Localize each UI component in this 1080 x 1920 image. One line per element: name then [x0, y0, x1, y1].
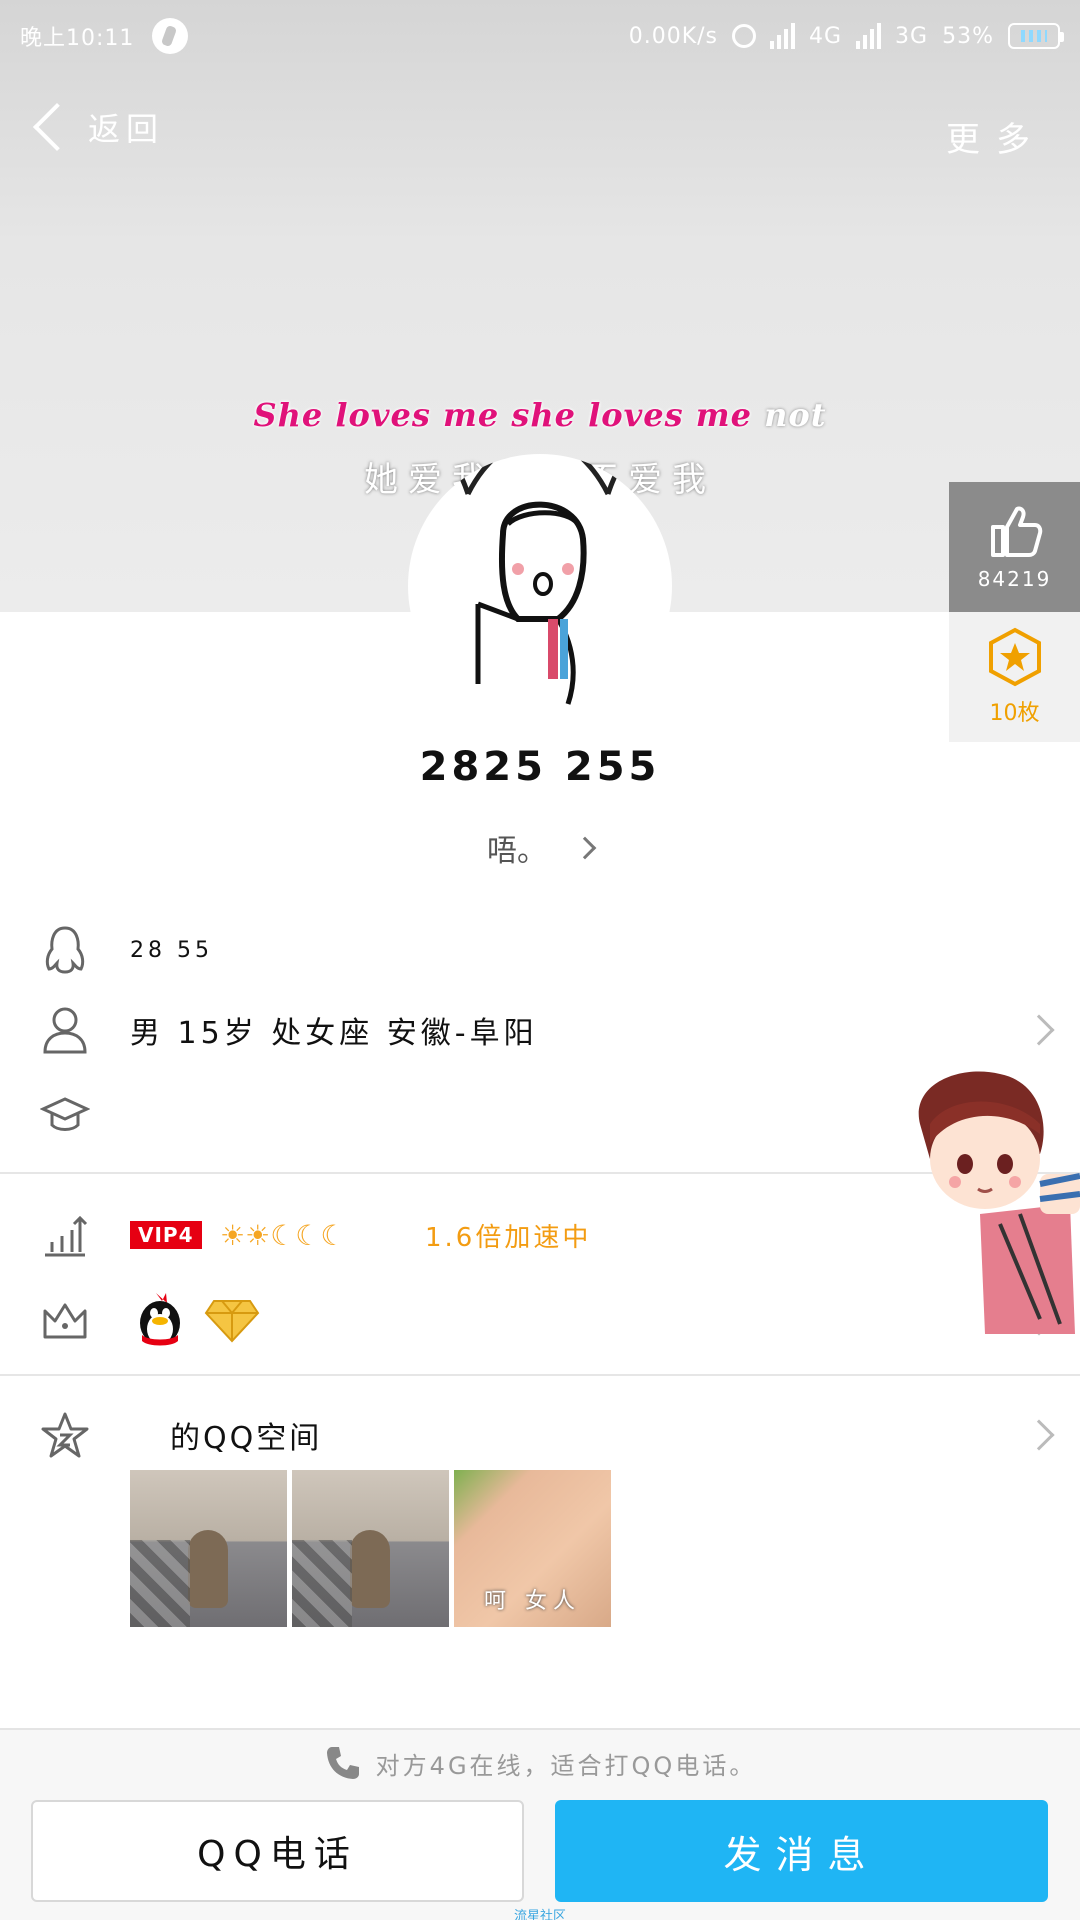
back-label: 返回	[88, 110, 165, 148]
signature-row[interactable]: 唔。	[0, 826, 1080, 870]
profile-name: 2825 255	[419, 744, 661, 790]
signal-icon-2	[856, 23, 882, 49]
qzone-photo-baby[interactable]: 呵 女人	[454, 1470, 611, 1627]
person-icon	[40, 1005, 90, 1055]
signature-text: 唔。	[487, 834, 547, 869]
qzone-photo-cat-2[interactable]	[292, 1470, 449, 1627]
alarm-icon	[732, 24, 756, 48]
qq-number-row: 28 55	[0, 920, 1080, 980]
basic-info-row[interactable]: 男 15岁 处女座 安徽-阜阳	[0, 1000, 1080, 1060]
qzone-photos: 呵 女人	[130, 1470, 611, 1627]
qq-number: 28 55	[130, 937, 213, 963]
phone-icon	[326, 1747, 359, 1779]
call-tip-text: 对方4G在线，适合打QQ电话。	[375, 1751, 757, 1780]
badge-count: 10枚	[989, 701, 1040, 726]
lyric-highlight: She loves me she loves me	[253, 396, 752, 434]
avatar[interactable]	[408, 454, 672, 718]
level-chart-icon	[40, 1210, 90, 1260]
send-message-button[interactable]: 发消息	[555, 1800, 1048, 1902]
cartoon-boy-sticker	[918, 1071, 1080, 1334]
photo-caption: 呵 女人	[484, 1589, 581, 1614]
graduation-cap-icon	[40, 1090, 90, 1140]
signal-icon	[770, 23, 795, 49]
watermark: 流星社区	[513, 1909, 566, 1920]
lyric-line-en: She loves me she loves me not	[0, 396, 1080, 434]
star-icon	[40, 1410, 90, 1460]
chevron-right-icon	[1023, 1419, 1055, 1451]
divider	[0, 1374, 1080, 1376]
avatar-drawing	[437, 454, 639, 705]
diamond-level-icon	[204, 1300, 260, 1343]
qzone-photo-cat-1[interactable]	[130, 1470, 287, 1627]
chevron-right-icon	[573, 836, 597, 860]
qzone-row[interactable]: 的QQ空间	[0, 1405, 1080, 1465]
qq-penguin-icon	[140, 1293, 180, 1346]
battery-icon	[1008, 23, 1064, 49]
status-time: 晚上10:11	[20, 26, 135, 51]
badge-panel[interactable]: 10枚	[949, 612, 1080, 742]
chevron-right-icon	[1023, 1014, 1055, 1046]
basic-info: 男 15岁 处女座 安徽-阜阳	[130, 1016, 538, 1051]
lyric-rest: not	[751, 396, 827, 434]
level-icons: ☀☀☾☾☾	[220, 1218, 346, 1252]
battery-percent: 53%	[942, 23, 994, 49]
like-panel[interactable]: 84219	[949, 482, 1080, 612]
net-type-2: 3G	[895, 23, 929, 49]
call-tip: 对方4G在线，适合打QQ电话。	[0, 1744, 1080, 1782]
speed-text: 1.6倍加速中	[425, 1222, 592, 1253]
more-button[interactable]: 更多	[946, 112, 1046, 161]
qq-call-button[interactable]: QQ电话	[31, 1800, 524, 1902]
penguin-outline-icon	[40, 925, 90, 975]
music-note-icon	[152, 18, 189, 54]
star-badge-icon	[988, 627, 1041, 687]
net-speed: 0.00K/s	[628, 23, 718, 49]
qzone-title: 的QQ空间	[170, 1421, 323, 1456]
chevron-left-icon	[32, 102, 82, 152]
crown-icon	[40, 1295, 90, 1345]
thumbs-up-icon	[990, 506, 1042, 557]
vip-badge: VIP4	[130, 1221, 202, 1249]
like-count: 84219	[977, 567, 1052, 591]
back-button[interactable]: 返回	[26, 102, 165, 152]
status-bar: 晚上10:11 0.00K/s 4G 3G 53%	[0, 0, 1080, 72]
net-type-1: 4G	[809, 23, 843, 49]
